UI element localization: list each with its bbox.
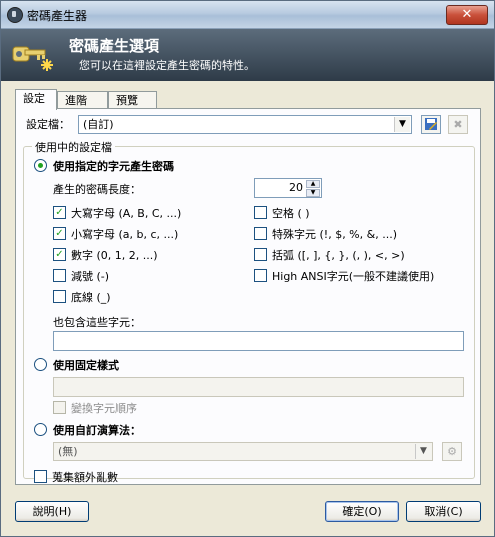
brackets-label: 括弧 ([, ], {, }, (, ), <, >)	[272, 249, 405, 262]
cancel-button[interactable]: 取消(C)	[406, 501, 481, 522]
title-bar: 密碼產生器 ✕	[1, 1, 494, 29]
group-legend: 使用中的設定檔	[32, 139, 115, 155]
custom-algo-label: 使用自訂演算法：	[53, 424, 141, 437]
tab-advanced[interactable]: 進階	[57, 91, 108, 108]
minus-checkbox[interactable]	[53, 269, 66, 282]
also-include-input[interactable]	[53, 331, 464, 351]
digits-checkbox[interactable]: ✓	[53, 248, 66, 261]
special-label: 特殊字元 (!, $, %, &, ...)	[272, 228, 397, 241]
profile-label: 設定檔：	[26, 118, 70, 131]
active-profile-group: 使用中的設定檔 使用指定的字元產生密碼 產生的密碼長度： 20 ▲ ▼ ✓ 大寫…	[23, 139, 475, 484]
custom-algo-value: (無)	[58, 445, 78, 458]
upper-label: 大寫字母 (A, B, C, ...)	[71, 207, 182, 220]
profile-select[interactable]: (自訂) ▼	[78, 115, 412, 134]
delete-profile-button[interactable]: ✖	[448, 115, 468, 134]
also-include-label: 也包含這些字元：	[53, 316, 141, 329]
lower-label: 小寫字母 (a, b, c, ...)	[71, 228, 179, 241]
permute-label: 變換字元順序	[71, 402, 137, 415]
custom-algo-select[interactable]: (無) ▼	[53, 442, 433, 461]
algo-options-button[interactable]: ⚙	[442, 442, 462, 461]
charset-mode-label: 使用指定的字元產生密碼	[53, 160, 174, 173]
special-checkbox[interactable]	[254, 227, 267, 240]
underline-checkbox[interactable]	[53, 290, 66, 303]
permute-checkbox[interactable]	[53, 401, 66, 414]
ok-button[interactable]: 確定(O)	[325, 501, 399, 522]
length-label: 產生的密碼長度：	[53, 183, 141, 196]
spin-down-icon[interactable]: ▼	[306, 189, 320, 197]
delete-icon: ✖	[453, 118, 463, 131]
chevron-down-icon: ▼	[394, 117, 410, 132]
minus-label: 減號 (-)	[71, 270, 110, 283]
highansi-checkbox[interactable]	[254, 269, 267, 282]
space-checkbox[interactable]	[254, 206, 267, 219]
pattern-mode-label: 使用固定樣式	[53, 359, 119, 372]
spin-up-icon[interactable]: ▲	[306, 180, 320, 188]
banner-title: 密碼產生選項	[69, 37, 160, 55]
gear-icon: ⚙	[447, 445, 457, 458]
password-generator-window: 密碼產生器 ✕ 密碼產生選項 您可以在這裡設定產生密碼的特性。 設定 進階 預覽…	[0, 0, 495, 537]
pattern-input[interactable]	[53, 377, 464, 397]
pattern-mode-radio[interactable]	[34, 358, 47, 371]
help-button[interactable]: 說明(H)	[15, 501, 89, 522]
space-label: 空格 ( )	[272, 207, 310, 220]
settings-panel: 設定檔： (自訂) ▼ ✖ 使用中的設定檔 使用指定的字元產生密碼 產生的密碼長…	[15, 108, 481, 485]
tab-settings[interactable]: 設定	[15, 89, 57, 110]
length-value: 20	[289, 181, 303, 194]
profile-value: (自訂)	[83, 118, 114, 131]
length-spinner[interactable]: 20 ▲ ▼	[254, 178, 322, 198]
save-profile-icon	[425, 118, 437, 130]
key-icon	[12, 46, 53, 71]
custom-algo-radio[interactable]	[34, 423, 47, 436]
brackets-checkbox[interactable]	[254, 248, 267, 261]
charset-mode-radio[interactable]	[34, 159, 47, 172]
highansi-label: High ANSI字元(一般不建議使用)	[272, 270, 435, 283]
banner: 密碼產生選項 您可以在這裡設定產生密碼的特性。	[1, 29, 494, 81]
lower-checkbox[interactable]: ✓	[53, 227, 66, 240]
save-profile-button[interactable]	[421, 115, 441, 134]
banner-subtitle: 您可以在這裡設定產生密碼的特性。	[79, 59, 255, 72]
digits-label: 數字 (0, 1, 2, ...)	[71, 249, 158, 262]
underline-label: 底線 (_)	[71, 291, 111, 304]
upper-checkbox[interactable]: ✓	[53, 206, 66, 219]
entropy-label: 蒐集額外亂數	[52, 471, 118, 484]
chevron-down-icon: ▼	[415, 444, 431, 459]
close-button[interactable]: ✕	[446, 5, 488, 25]
tab-preview[interactable]: 預覽	[108, 91, 157, 108]
window-title: 密碼產生器	[27, 9, 88, 23]
entropy-checkbox[interactable]	[34, 470, 47, 483]
lock-icon	[7, 7, 23, 23]
